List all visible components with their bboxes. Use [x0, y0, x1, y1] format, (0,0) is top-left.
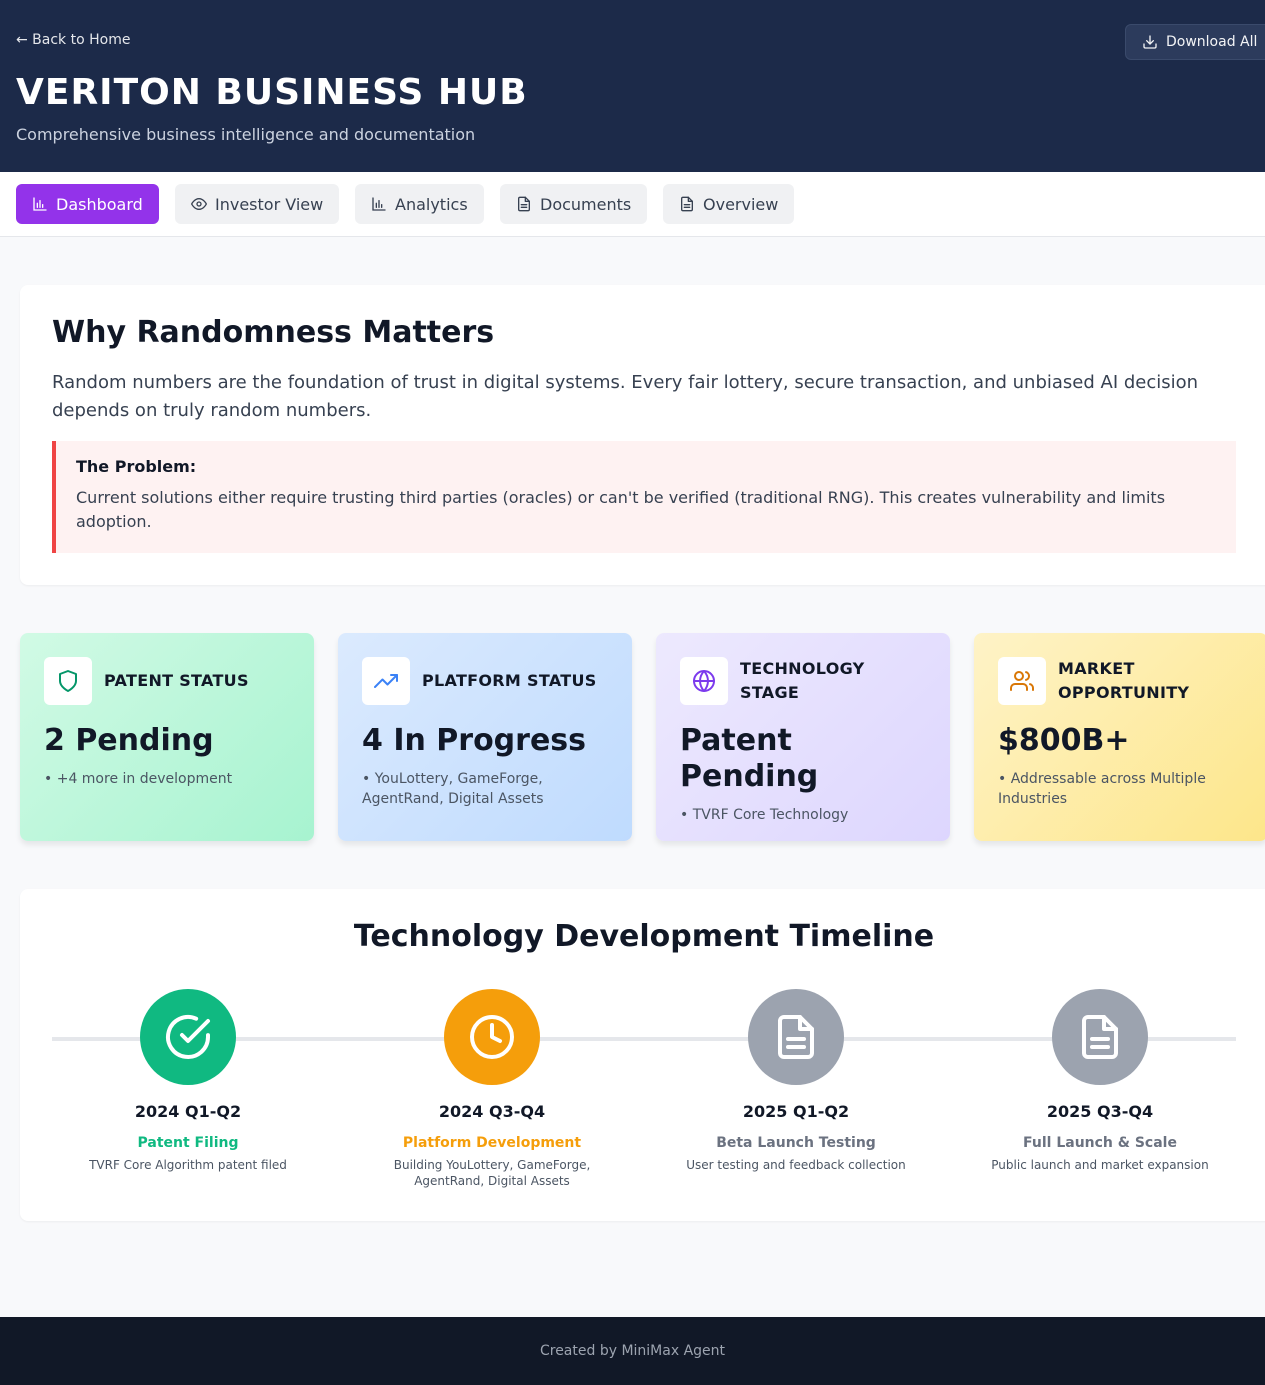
stat-value: $800B+	[998, 723, 1130, 758]
milestone-desc: Building YouLottery, GameForge, AgentRan…	[393, 1158, 591, 1188]
tab-bar: Dashboard Investor View Analytics Docume…	[0, 172, 1265, 237]
stat-note: • YouLottery, GameForge, AgentRand, Digi…	[362, 771, 544, 807]
milestone: 2024 Q1-Q2 Patent Filing TVRF Core Algor…	[36, 989, 340, 1173]
document-icon	[518, 196, 530, 212]
tab-dashboard[interactable]: Dashboard	[16, 184, 159, 224]
tab-label: Documents	[540, 194, 632, 214]
milestone: 2025 Q3-Q4 Full Launch & Scale Public la…	[948, 989, 1252, 1173]
tab-documents[interactable]: Documents	[500, 184, 648, 224]
page-title: VERITON BUSINESS HUB	[16, 72, 528, 113]
stat-label: PLATFORM STATUS	[422, 671, 597, 690]
milestone-marker	[444, 989, 540, 1085]
milestone-name: Beta Launch Testing	[716, 1135, 876, 1151]
milestone-desc: Public launch and market expansion	[991, 1158, 1209, 1172]
document-icon	[1082, 1015, 1118, 1059]
milestone: 2024 Q3-Q4 Platform Development Building…	[340, 989, 644, 1189]
stat-value: Patent Pending	[680, 723, 819, 794]
milestone-desc: TVRF Core Algorithm patent filed	[89, 1158, 287, 1172]
stat-label: TECHNOLOGY STAGE	[740, 659, 865, 702]
milestone-marker	[1052, 989, 1148, 1085]
tab-label: Overview	[703, 194, 779, 214]
stat-card-market-opportunity: MARKET OPPORTUNITY $800B+ • Addressable …	[974, 633, 1265, 841]
stat-card-platform-status: PLATFORM STATUS 4 In Progress • YouLotte…	[338, 633, 632, 841]
stat-value: 2 Pending	[44, 723, 214, 758]
eye-icon	[191, 197, 207, 211]
download-icon	[1143, 35, 1157, 49]
tab-label: Analytics	[395, 194, 468, 214]
tab-label: Investor View	[215, 194, 324, 214]
milestone-period: 2024 Q3-Q4	[438, 1102, 546, 1121]
clock-icon	[470, 1015, 514, 1059]
milestone-period: 2024 Q1-Q2	[134, 1102, 242, 1121]
milestone-marker	[748, 989, 844, 1085]
document-icon	[778, 1015, 814, 1059]
footer: Created by MiniMax Agent	[0, 1317, 1265, 1385]
download-all-button[interactable]: Download All	[1125, 24, 1265, 60]
header: ← Back to Home Download All VERITON BUSI…	[0, 0, 1265, 172]
stat-card-patent-status: PATENT STATUS 2 Pending • +4 more in dev…	[20, 633, 314, 841]
section-text: Random numbers are the foundation of tru…	[52, 372, 1199, 421]
tab-label: Dashboard	[56, 194, 143, 214]
stat-label: PATENT STATUS	[104, 671, 249, 690]
why-randomness-card: Why Randomness Matters Random numbers ar…	[20, 285, 1265, 585]
back-to-home-link[interactable]: ← Back to Home	[16, 32, 130, 48]
footer-credit: Created by MiniMax Agent	[539, 1343, 726, 1359]
users-icon	[1010, 671, 1034, 691]
download-all-label: Download All	[1166, 34, 1258, 50]
page-subtitle: Comprehensive business intelligence and …	[16, 125, 476, 144]
stat-value: 4 In Progress	[362, 723, 587, 758]
milestone-name: Full Launch & Scale	[1023, 1135, 1177, 1151]
milestone-period: 2025 Q1-Q2	[742, 1102, 850, 1121]
bar-chart-icon	[372, 197, 386, 211]
problem-title: The Problem:	[76, 457, 197, 476]
document-icon	[681, 196, 693, 212]
milestone-marker	[140, 989, 236, 1085]
problem-callout: The Problem: Current solutions either re…	[52, 441, 1236, 553]
trending-up-icon	[374, 674, 398, 688]
timeline-card: Technology Development Timeline 2024 Q1-…	[20, 889, 1265, 1221]
check-circle-icon	[166, 1015, 210, 1059]
globe-icon	[693, 670, 715, 692]
stat-note: • +4 more in development	[44, 771, 233, 787]
milestone: 2025 Q1-Q2 Beta Launch Testing User test…	[644, 989, 948, 1173]
stat-note: • TVRF Core Technology	[680, 807, 849, 823]
bar-chart-icon	[33, 197, 47, 211]
milestone-desc: User testing and feedback collection	[686, 1158, 906, 1172]
shield-icon	[59, 670, 77, 692]
milestone-name: Platform Development	[402, 1135, 582, 1151]
stat-card-technology-stage: TECHNOLOGY STAGE Patent Pending • TVRF C…	[656, 633, 950, 841]
milestone-period: 2025 Q3-Q4	[1046, 1102, 1154, 1121]
section-title: Why Randomness Matters	[52, 315, 495, 350]
tab-overview[interactable]: Overview	[663, 184, 795, 224]
tab-investor-view[interactable]: Investor View	[175, 184, 340, 224]
tab-analytics[interactable]: Analytics	[355, 184, 484, 224]
milestone-name: Patent Filing	[137, 1135, 239, 1151]
stat-note: • Addressable across Multiple Industries	[998, 771, 1206, 807]
stat-label: MARKET OPPORTUNITY	[1058, 659, 1190, 702]
timeline-title: Technology Development Timeline	[353, 919, 935, 954]
problem-text: Current solutions either require trustin…	[76, 488, 1166, 531]
